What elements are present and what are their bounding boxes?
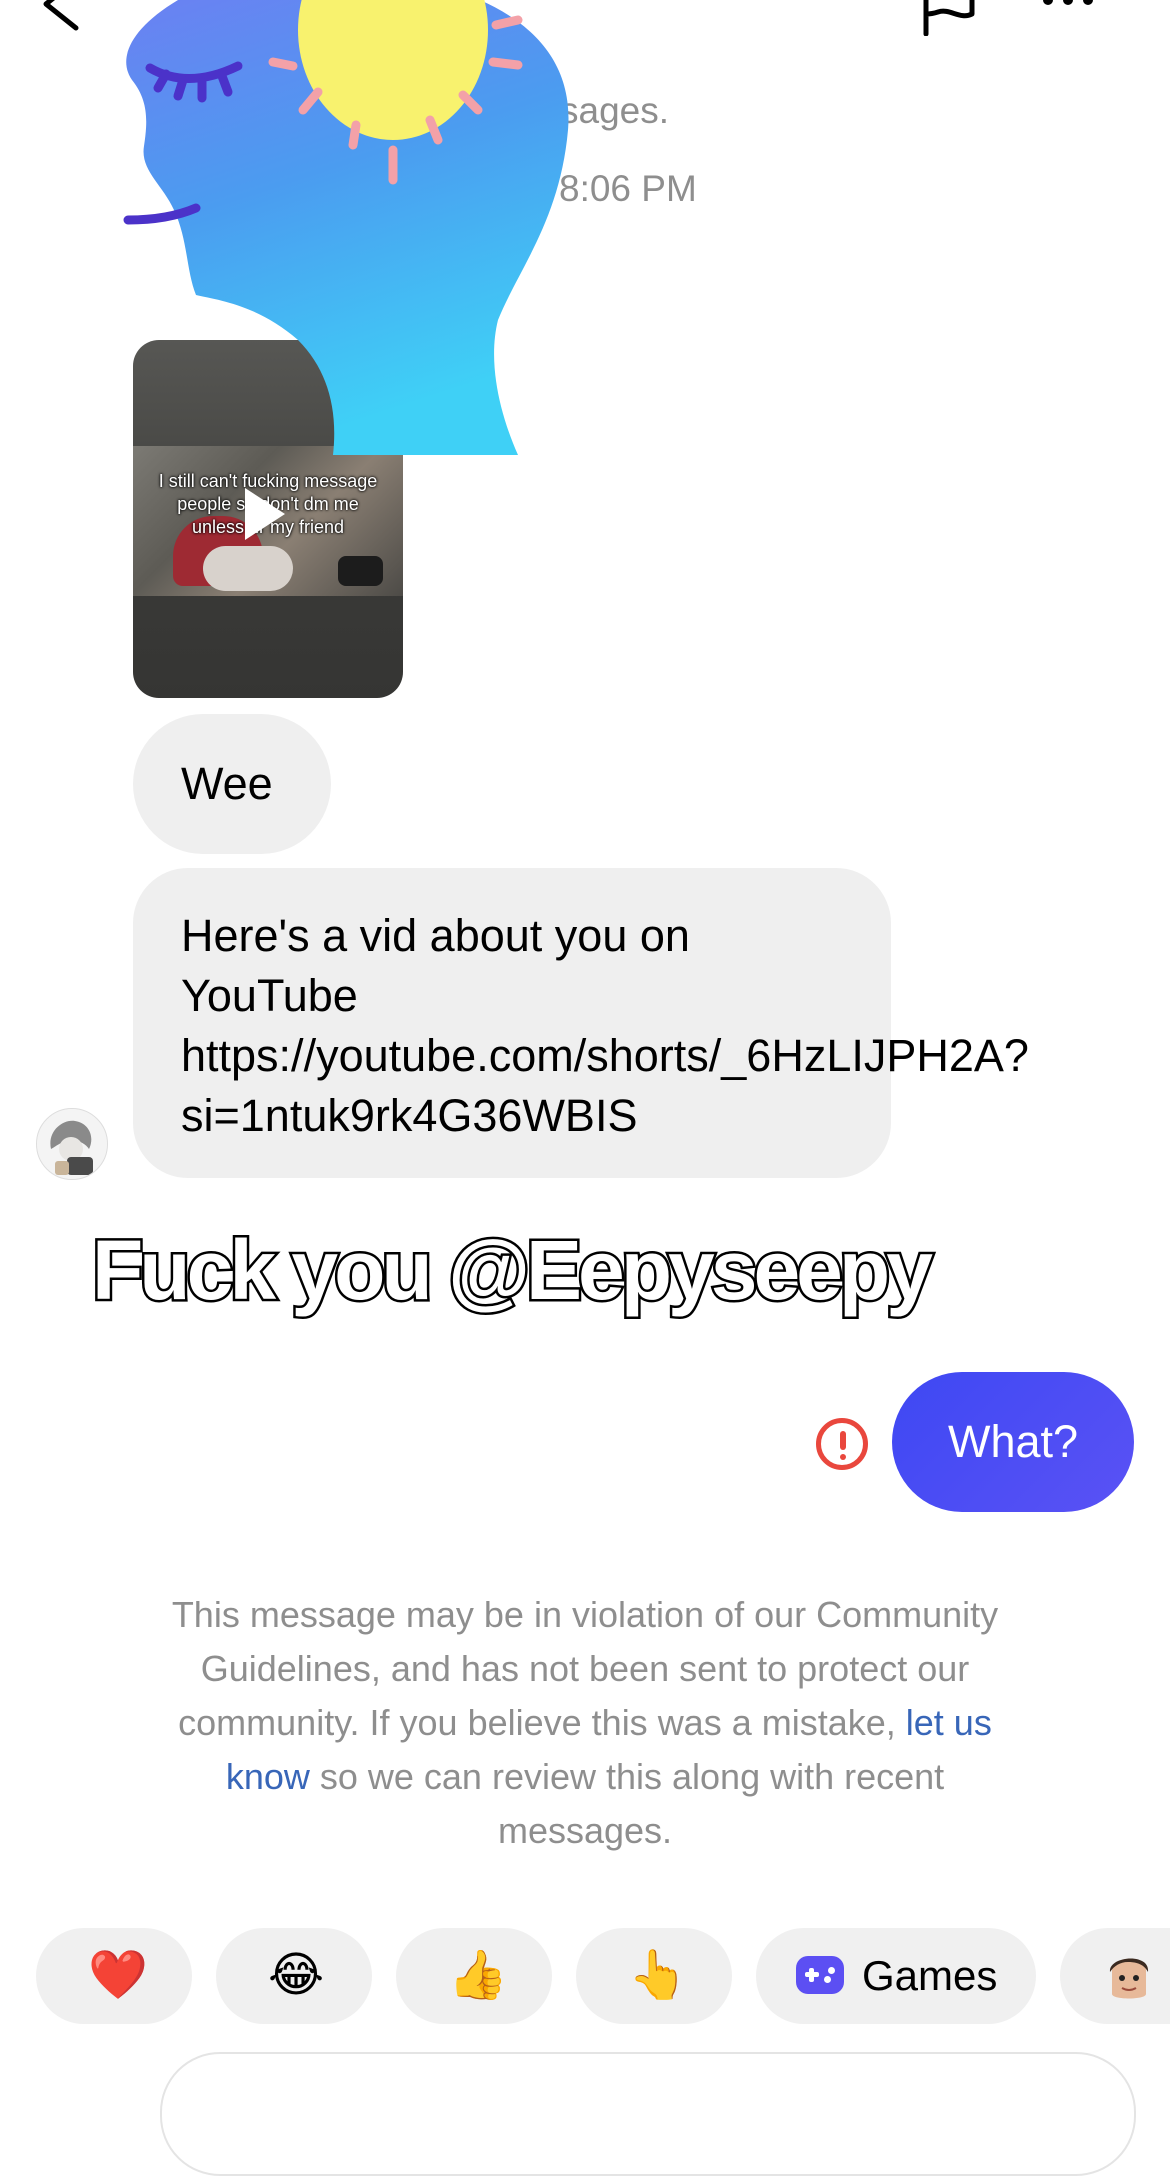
sender-avatar[interactable] <box>36 1108 108 1180</box>
incoming-message-bubble[interactable]: Here's a vid about you on YouTube https:… <box>133 868 1029 1178</box>
message-error-icon[interactable] <box>816 1418 868 1470</box>
overlay-caption: Fuck you @Eepyseepy <box>90 1221 936 1320</box>
play-icon[interactable] <box>245 488 285 540</box>
games-label: Games <box>862 1952 998 1999</box>
outgoing-message-bubble[interactable]: What? <box>892 1372 1134 1512</box>
quick-reply-laugh[interactable]: 😂 <box>216 1928 372 2024</box>
quick-reply-avatar-sticker[interactable] <box>1060 1928 1170 2024</box>
guidelines-notice: This message may be in violation of our … <box>140 1588 1030 1858</box>
heart-icon: ❤️ <box>88 1949 148 2002</box>
message-composer[interactable] <box>160 2052 1136 2176</box>
thumbs-up-icon: 👍 <box>448 1949 508 2002</box>
games-button[interactable]: Games <box>756 1928 1036 2024</box>
gamepad-icon <box>796 1956 844 1994</box>
incoming-message-bubble[interactable]: Wee <box>133 714 331 854</box>
notice-text: This message may be in violation of our … <box>171 1594 999 1743</box>
message-text: What? <box>947 1416 1079 1467</box>
flag-icon[interactable] <box>920 0 976 36</box>
quick-reply-heart[interactable]: ❤️ <box>36 1928 192 2024</box>
quick-reply-point[interactable]: 👆 <box>576 1928 732 2024</box>
message-text: Here's a vid about you on YouTube https:… <box>181 910 1029 1141</box>
notice-text-end: so we can review this along with recent … <box>309 1756 945 1851</box>
pointing-hand-icon: 👆 <box>628 1949 688 2002</box>
message-text: Wee <box>181 758 273 809</box>
quick-reply-thumbs-up[interactable]: 👍 <box>396 1928 552 2024</box>
meditating-head-sticker <box>123 0 569 455</box>
more-options-icon[interactable] <box>1038 0 1098 18</box>
laughing-face-icon: 😂 <box>268 1949 325 2002</box>
avatar-sticker-icon <box>1109 1958 1149 1999</box>
